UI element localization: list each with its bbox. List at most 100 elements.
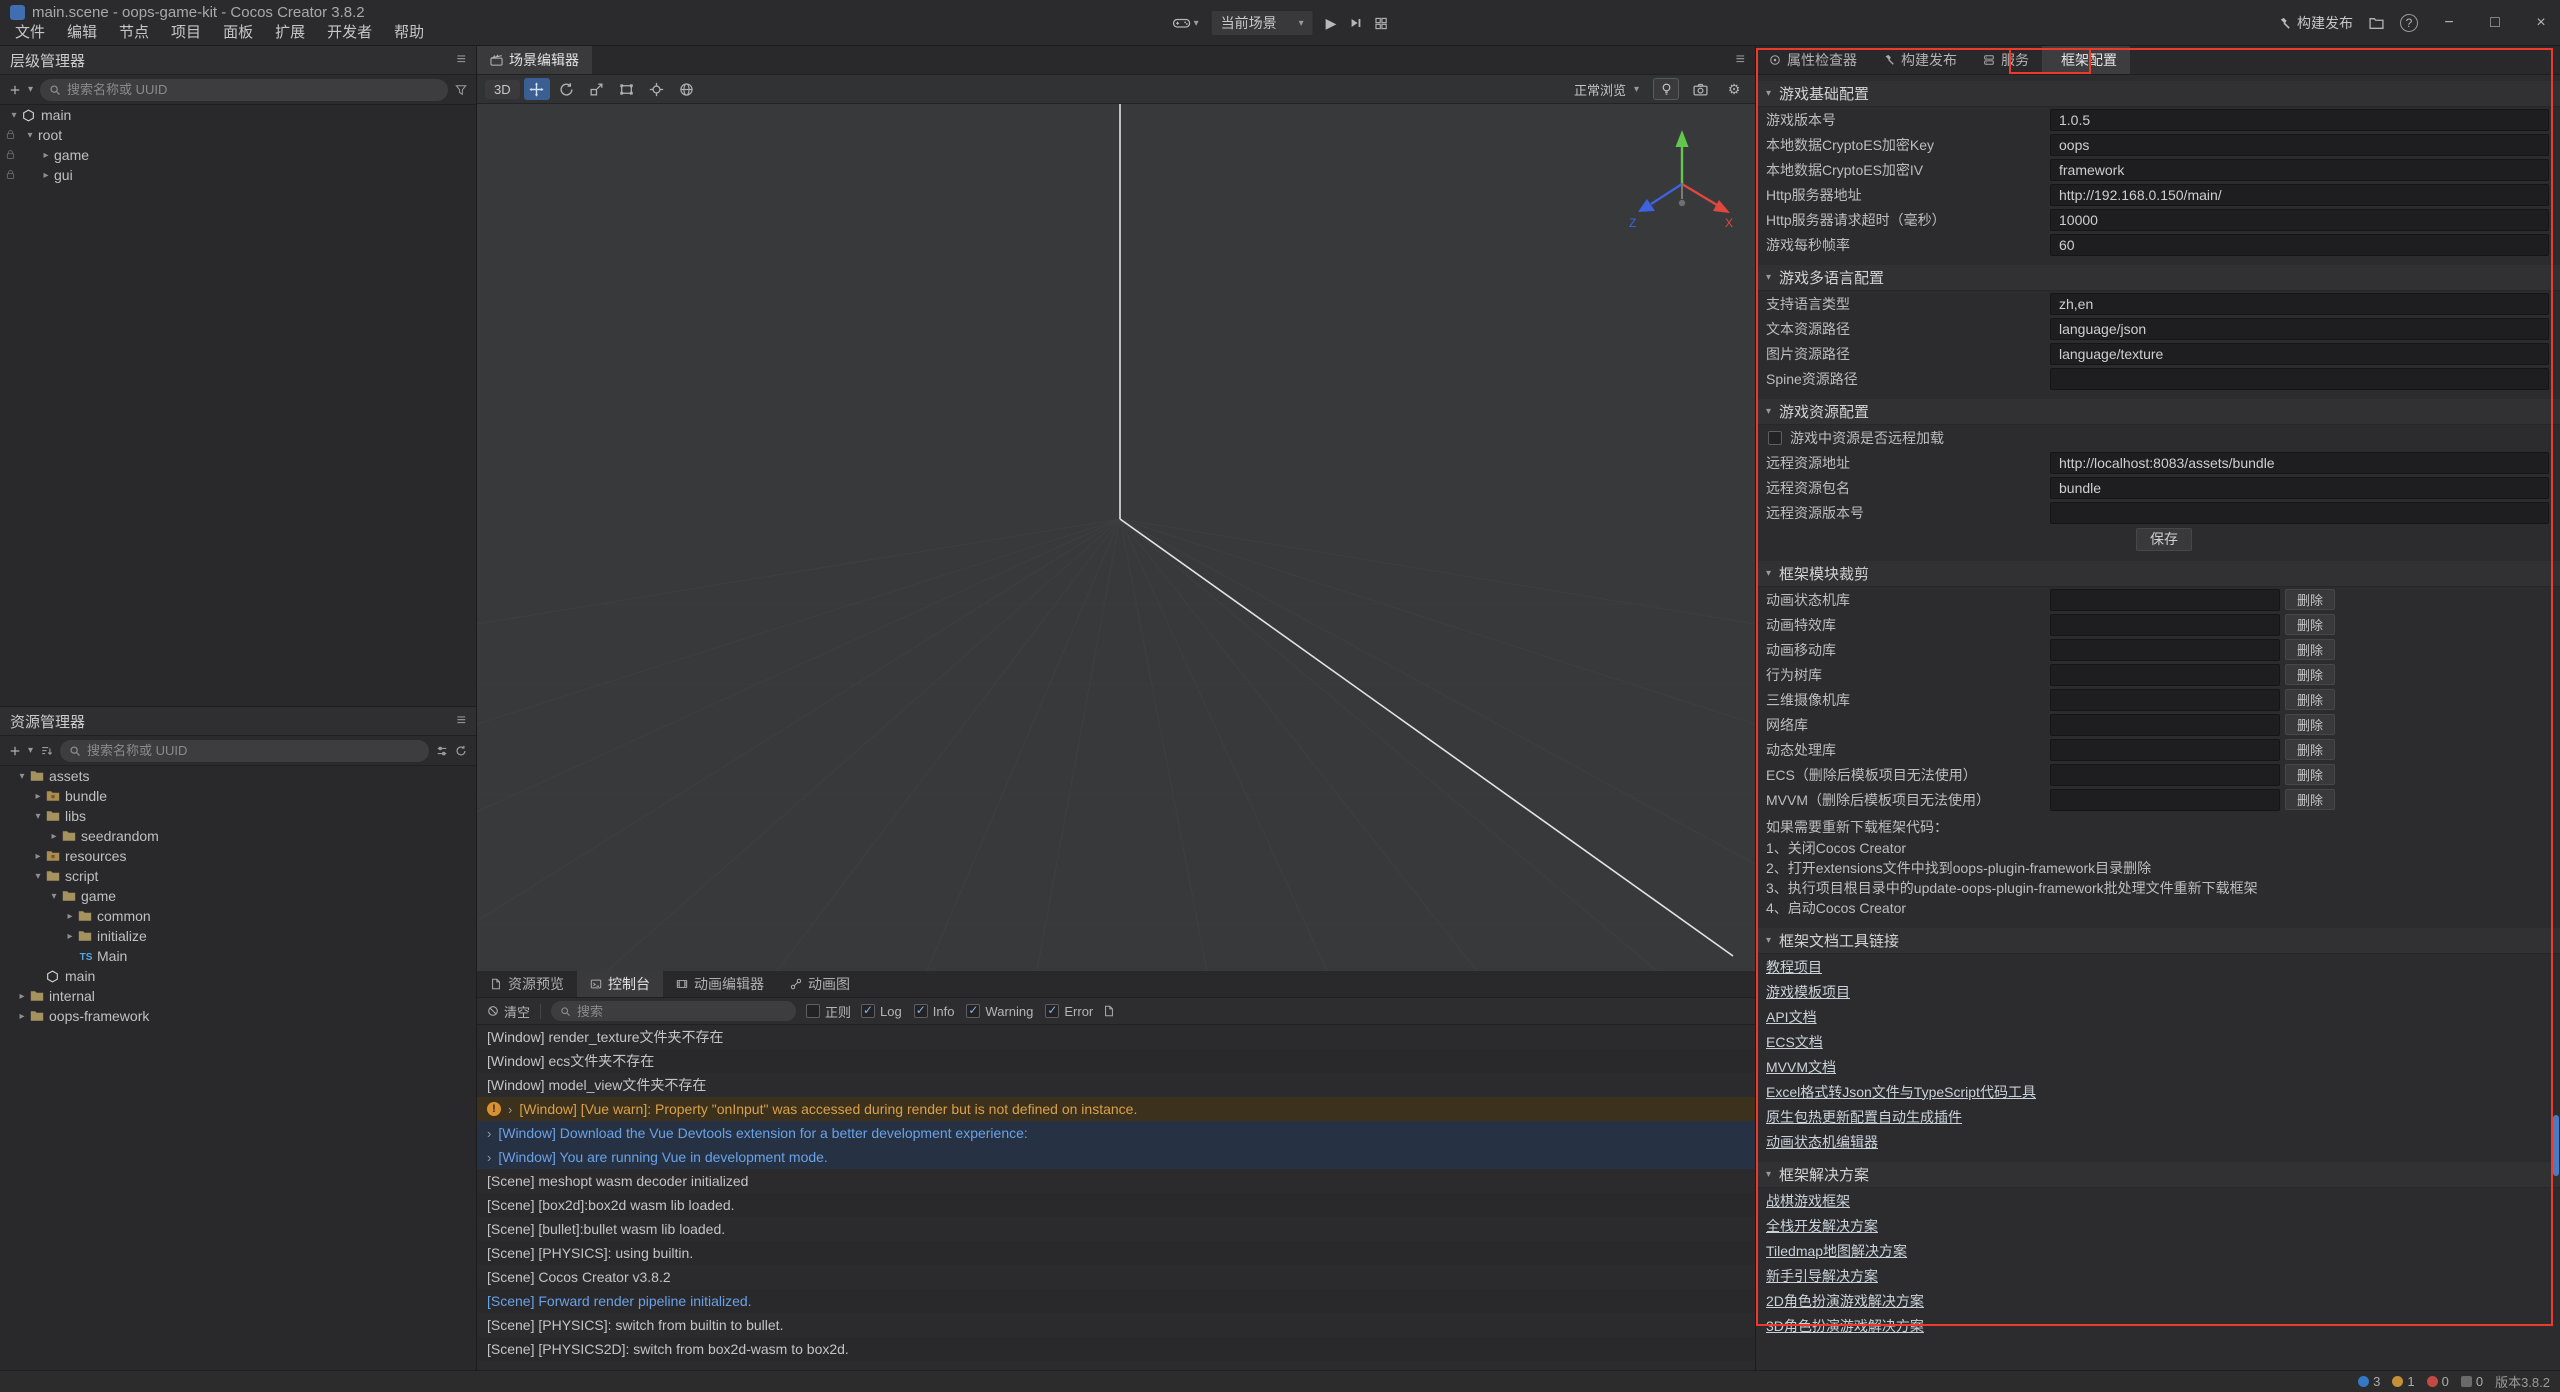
- expand-chevron[interactable]: ▸: [30, 791, 46, 802]
- menu-item[interactable]: 帮助: [383, 21, 435, 44]
- lock-icon[interactable]: [5, 149, 16, 160]
- module-input[interactable]: [2050, 689, 2280, 711]
- hierarchy-filter-button[interactable]: [455, 84, 467, 96]
- export-log-button[interactable]: [1103, 1005, 1115, 1017]
- filter-checkbox[interactable]: [861, 1004, 875, 1018]
- save-button[interactable]: 保存: [2136, 528, 2192, 551]
- section-header-docs[interactable]: ▾ 框架文档工具链接: [1756, 928, 2560, 954]
- doc-link[interactable]: 动画状态机编辑器: [1766, 1132, 1878, 1152]
- log-expand-chevron[interactable]: ›: [487, 1150, 491, 1165]
- delete-button[interactable]: 删除: [2285, 614, 2335, 635]
- clear-console-button[interactable]: 清空: [487, 1002, 530, 1021]
- field-input[interactable]: [2050, 184, 2549, 206]
- scene-camera-button[interactable]: [1687, 78, 1713, 100]
- rect-tool-button[interactable]: [614, 78, 640, 100]
- filter-checkbox[interactable]: [966, 1004, 980, 1018]
- solution-link[interactable]: 3D角色扮演游戏解决方案: [1766, 1316, 1924, 1336]
- section-header-language[interactable]: ▾ 游戏多语言配置: [1756, 265, 2560, 291]
- asset-node-row[interactable]: ▸ oops-framework: [0, 1006, 476, 1026]
- expand-chevron[interactable]: ▾: [22, 130, 38, 141]
- inspector-tab[interactable]: 属性检查器: [1756, 46, 1870, 74]
- delete-button[interactable]: 删除: [2285, 639, 2335, 660]
- panel-menu-icon[interactable]: ≡: [457, 712, 466, 730]
- log-row[interactable]: [Scene] meshopt wasm decoder initialized: [477, 1169, 1755, 1193]
- filter-checkbox[interactable]: [1045, 1004, 1059, 1018]
- expand-chevron[interactable]: ▾: [14, 771, 30, 782]
- log-filter[interactable]: Log: [861, 1004, 902, 1019]
- chevron-down-icon[interactable]: ▾: [28, 745, 33, 756]
- regex-checkbox[interactable]: [806, 1004, 820, 1018]
- error-count[interactable]: 0: [2427, 1374, 2449, 1389]
- tab-scene-editor[interactable]: 场景编辑器: [477, 46, 592, 74]
- log-row[interactable]: › [Window] Download the Vue Devtools ext…: [477, 1121, 1755, 1145]
- delete-button[interactable]: 删除: [2285, 789, 2335, 810]
- asset-node-row[interactable]: ▾ assets: [0, 766, 476, 786]
- field-input[interactable]: [2050, 109, 2549, 131]
- log-row[interactable]: [Window] model_view文件夹不存在: [477, 1073, 1755, 1097]
- warning-count[interactable]: 1: [2392, 1374, 2414, 1389]
- log-count[interactable]: 3: [2358, 1374, 2380, 1389]
- doc-link[interactable]: Excel格式转Json文件与TypeScript代码工具: [1766, 1082, 2036, 1102]
- scale-tool-button[interactable]: [584, 78, 610, 100]
- expand-chevron[interactable]: ▸: [30, 851, 46, 862]
- log-row[interactable]: [Scene] Cocos Creator v3.8.2: [477, 1265, 1755, 1289]
- asset-node-row[interactable]: ▸ internal: [0, 986, 476, 1006]
- refresh-assets-button[interactable]: [455, 745, 467, 757]
- expand-chevron[interactable]: ▸: [62, 931, 78, 942]
- solution-link[interactable]: 2D角色扮演游戏解决方案: [1766, 1291, 1924, 1311]
- view-mode-select[interactable]: 正常浏览 ▾: [1568, 80, 1645, 99]
- remote-load-checkbox[interactable]: [1768, 431, 1782, 445]
- log-row[interactable]: [Scene] [box2d]:box2d wasm lib loaded.: [477, 1193, 1755, 1217]
- module-input[interactable]: [2050, 739, 2280, 761]
- help-button[interactable]: ?: [2400, 14, 2418, 32]
- log-row[interactable]: [Scene] [bullet]:bullet wasm lib loaded.: [477, 1217, 1755, 1241]
- asset-node-row[interactable]: ▸ bundle: [0, 786, 476, 806]
- expand-chevron[interactable]: ▾: [30, 811, 46, 822]
- solution-link[interactable]: 新手引导解决方案: [1766, 1266, 1878, 1286]
- field-input[interactable]: [2050, 234, 2549, 256]
- delete-button[interactable]: 删除: [2285, 664, 2335, 685]
- field-input[interactable]: [2050, 343, 2549, 365]
- device-preview-button[interactable]: ▾: [1173, 16, 1199, 30]
- assets-search-input[interactable]: [87, 743, 420, 758]
- maximize-button[interactable]: □: [2480, 14, 2510, 32]
- solution-link[interactable]: Tiledmap地图解决方案: [1766, 1241, 1907, 1261]
- hierarchy-search-input[interactable]: [67, 82, 439, 97]
- expand-chevron[interactable]: ▾: [30, 871, 46, 882]
- close-button[interactable]: ×: [2526, 14, 2556, 32]
- field-input[interactable]: [2050, 159, 2549, 181]
- scene-settings-button[interactable]: ⚙: [1721, 78, 1747, 100]
- expand-chevron[interactable]: ▾: [46, 891, 62, 902]
- expand-chevron[interactable]: ▸: [62, 911, 78, 922]
- hierarchy-node-row[interactable]: ▾ main: [0, 105, 476, 125]
- expand-chevron[interactable]: ▸: [14, 991, 30, 1002]
- regex-toggle[interactable]: 正则: [806, 1002, 851, 1021]
- doc-link[interactable]: ECS文档: [1766, 1032, 1823, 1052]
- asset-node-row[interactable]: ▸ initialize: [0, 926, 476, 946]
- panel-menu-icon[interactable]: ≡: [457, 51, 466, 69]
- hierarchy-node-row[interactable]: ▸ game: [0, 145, 476, 165]
- menu-item[interactable]: 开发者: [316, 21, 383, 44]
- asset-node-row[interactable]: ▾ libs: [0, 806, 476, 826]
- console-tab[interactable]: 动画编辑器: [663, 971, 777, 997]
- log-row[interactable]: [Window] render_texture文件夹不存在: [477, 1025, 1755, 1049]
- console-search-input[interactable]: [577, 1004, 787, 1019]
- field-input[interactable]: [2050, 318, 2549, 340]
- projection-3d-button[interactable]: 3D: [485, 80, 520, 99]
- world-space-toggle[interactable]: [674, 78, 700, 100]
- delete-button[interactable]: 删除: [2285, 589, 2335, 610]
- chevron-down-icon[interactable]: ▾: [28, 84, 33, 95]
- solution-link[interactable]: 战棋游戏框架: [1766, 1191, 1850, 1211]
- menu-item[interactable]: 节点: [108, 21, 160, 44]
- menu-item[interactable]: 扩展: [264, 21, 316, 44]
- asset-node-row[interactable]: ▸ resources: [0, 846, 476, 866]
- inspector-scrollbar-thumb[interactable]: [2553, 1115, 2559, 1176]
- module-input[interactable]: [2050, 639, 2280, 661]
- add-node-button[interactable]: [9, 84, 21, 96]
- doc-link[interactable]: 教程项目: [1766, 957, 1822, 977]
- task-count[interactable]: 0: [2461, 1374, 2483, 1389]
- layout-grid-button[interactable]: [1374, 17, 1387, 30]
- scene-light-toggle[interactable]: [1653, 78, 1679, 100]
- play-button[interactable]: ▶: [1326, 15, 1337, 32]
- log-row[interactable]: [Scene] [PHYSICS2D]: switch from box2d-w…: [477, 1337, 1755, 1361]
